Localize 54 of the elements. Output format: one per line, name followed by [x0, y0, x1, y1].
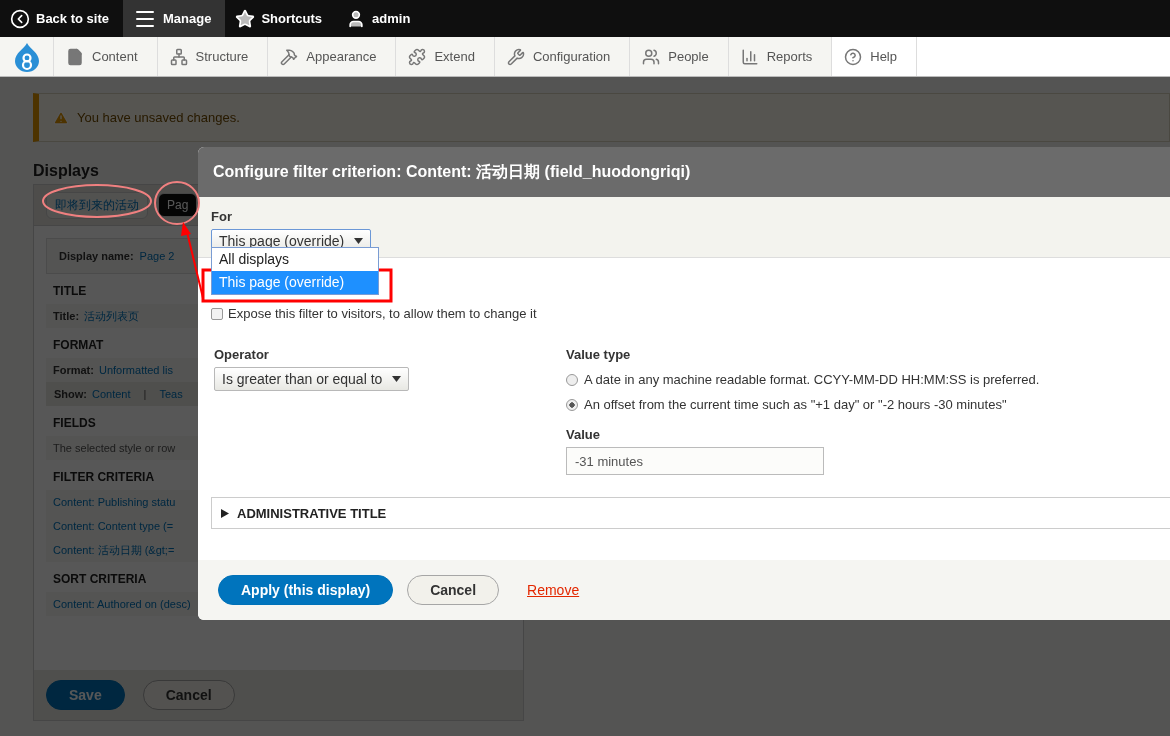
section-heading: FIELDS — [53, 416, 96, 430]
menu-item[interactable]: Extend — [396, 37, 495, 76]
message-text: You have unsaved changes. — [77, 110, 240, 125]
section-title: Displays — [33, 162, 99, 180]
field-label: Value type — [566, 347, 632, 362]
checkbox[interactable] — [211, 307, 223, 320]
toolbar-tab[interactable]: admin — [336, 0, 425, 37]
puzzle-icon — [408, 47, 427, 66]
field-label: Display name: — [59, 250, 134, 262]
back-icon — [10, 8, 30, 29]
apply-button[interactable]: Apply (this display) — [218, 575, 394, 605]
toolbar-tab[interactable]: Manage — [123, 0, 226, 37]
operator-select[interactable]: Is greater than or equal to — [214, 367, 410, 391]
radio-label: A date in any machine readable format. CCYY-MM-DD HH:MM:SS is preferred. — [584, 372, 1040, 387]
drop-logo-icon[interactable] — [13, 41, 40, 72]
menu-item[interactable]: Appearance — [268, 37, 397, 76]
section-heading: TITLE — [53, 284, 87, 298]
menu-item[interactable]: Configuration — [494, 37, 631, 76]
bar-chart-icon — [740, 47, 759, 66]
toolbar-tab[interactable]: Shortcuts — [225, 0, 337, 37]
details-summary[interactable]: ADMINISTRATIVE TITLE — [211, 497, 1170, 529]
help-icon — [844, 47, 863, 66]
checkbox-label: Expose this filter to visitors, to allow them to change it — [228, 306, 537, 321]
menu-item[interactable]: Reports — [728, 37, 833, 76]
toolbar-tab[interactable]: Back to site — [0, 0, 123, 37]
field-label: Value — [566, 427, 601, 442]
file-icon — [66, 47, 84, 66]
expand-icon — [221, 508, 229, 518]
menu-item[interactable]: People — [630, 37, 729, 76]
field-label: Show: — [54, 388, 87, 400]
remove-link[interactable]: Remove — [527, 582, 580, 598]
caret-icon — [354, 238, 364, 244]
separator: | — [143, 388, 147, 400]
radio-label: An offset from the current time such as "+1 day" or "-2 hours -30 minutes" — [584, 397, 1007, 412]
radio-button[interactable] — [566, 398, 578, 411]
annotation-ellipse — [154, 181, 200, 225]
star-icon — [235, 8, 256, 29]
field-label: Title: — [53, 310, 80, 322]
value-field[interactable]: -31 minutes — [566, 447, 824, 475]
field-label: Operator — [214, 347, 270, 362]
section-heading: FORMAT — [53, 338, 104, 352]
section-heading: FILTER CRITERIA — [53, 470, 155, 484]
cancel-button[interactable]: Cancel — [407, 575, 500, 605]
dialog-title: Configure filter criterion: Content: 活动日期 (field_huodongriqi) — [198, 147, 1170, 197]
radio-button[interactable] — [566, 373, 578, 386]
section-heading: SORT CRITERIA — [53, 572, 147, 586]
field-label: Format: — [53, 364, 94, 376]
menu-item[interactable]: Structure — [157, 37, 269, 76]
hammer-icon — [280, 47, 299, 66]
sitemap-icon — [169, 47, 188, 66]
menu-item[interactable]: Content — [54, 37, 158, 76]
wrench-icon — [506, 47, 525, 66]
people-icon — [642, 47, 661, 66]
field-label: For — [211, 209, 233, 224]
